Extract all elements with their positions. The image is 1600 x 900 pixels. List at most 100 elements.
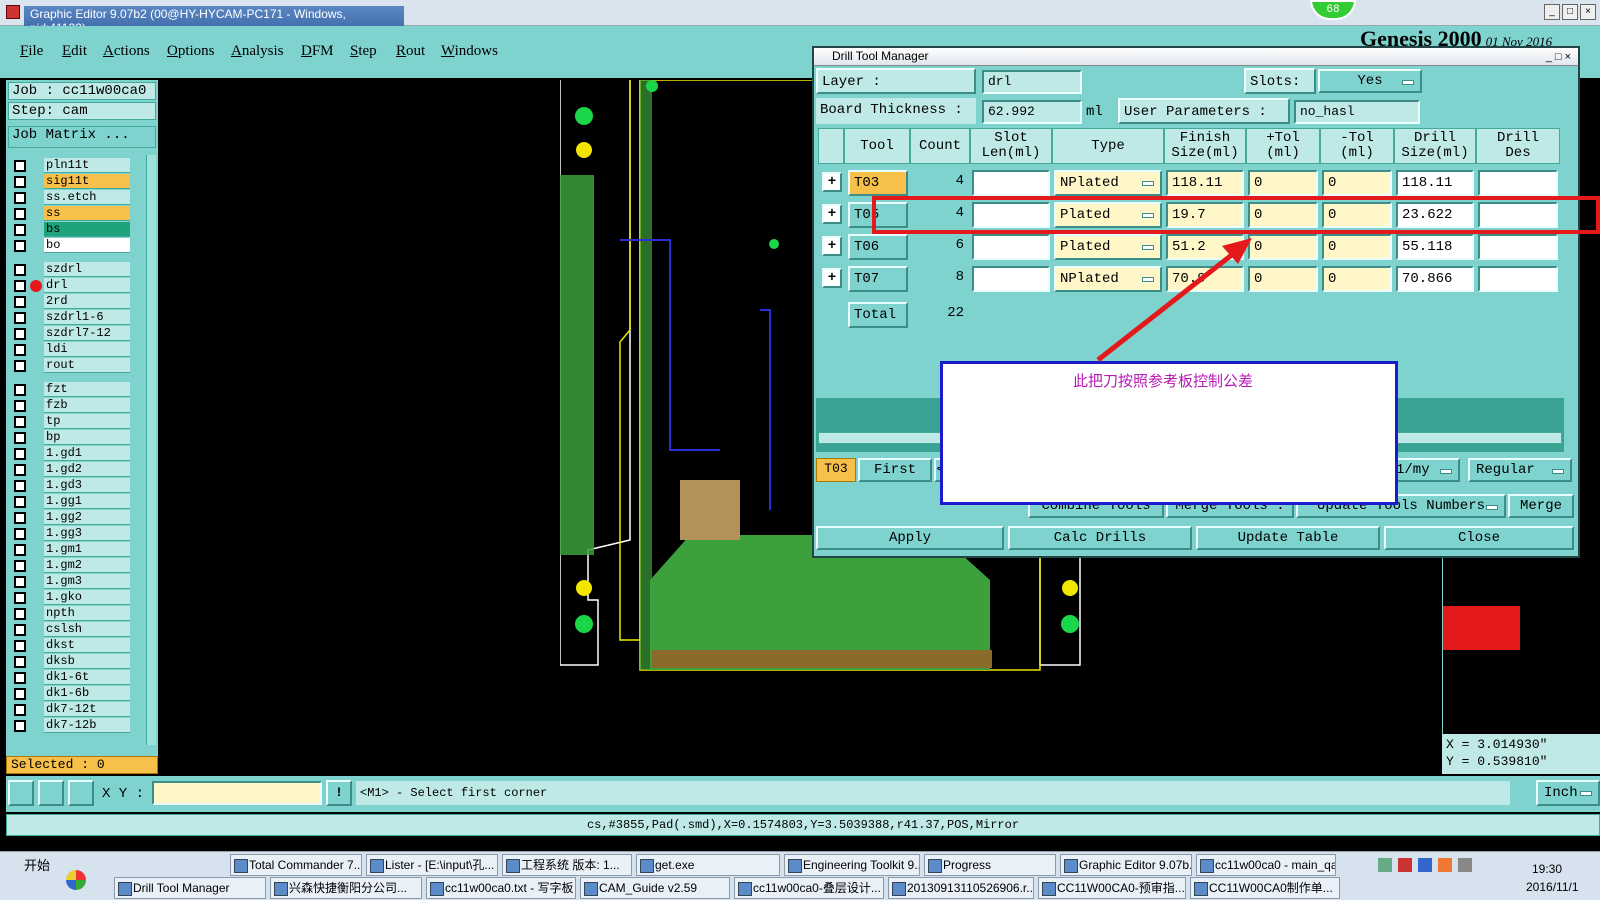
taskbar-button[interactable]: 工程系统 版本: 1... — [502, 854, 632, 876]
layer-field[interactable]: drl — [982, 70, 1082, 94]
layer-name[interactable]: 1.gm1 — [44, 542, 130, 557]
taskbar-button[interactable]: Engineering Toolkit 9... — [784, 854, 920, 876]
maximize-button[interactable]: □ — [1562, 4, 1578, 20]
taskbar-button[interactable]: CC11W00CA0-预审指... — [1038, 877, 1186, 899]
windows-logo-icon[interactable] — [66, 870, 86, 890]
layer-name[interactable]: 1.gm3 — [44, 574, 130, 589]
cell-drill[interactable]: 118.11 — [1396, 170, 1474, 196]
cell-des[interactable] — [1478, 170, 1558, 196]
tray-network-icon[interactable] — [1378, 858, 1392, 872]
merge-button[interactable]: Merge — [1508, 494, 1574, 518]
layer-row[interactable]: bs — [12, 222, 132, 238]
layer-checkbox[interactable] — [14, 480, 26, 492]
layer-checkbox[interactable] — [14, 688, 26, 700]
menu-dfm[interactable]: DFM — [301, 43, 334, 60]
tray-tools-icon[interactable] — [1398, 858, 1412, 872]
minimize-button[interactable]: _ — [1544, 4, 1560, 20]
layer-name[interactable]: dk7-12b — [44, 718, 130, 733]
cell-slot[interactable] — [972, 170, 1050, 196]
layer-checkbox[interactable] — [14, 416, 26, 428]
layer-row[interactable]: dk7-12b — [12, 718, 132, 734]
cell-des[interactable] — [1478, 266, 1558, 292]
layer-row[interactable]: 1.gm2 — [12, 558, 132, 574]
layer-row[interactable]: drl — [12, 278, 132, 294]
layer-checkbox[interactable] — [14, 464, 26, 476]
layer-checkbox[interactable] — [14, 240, 26, 252]
layer-name[interactable]: 2rd — [44, 294, 130, 309]
layer-checkbox[interactable] — [14, 640, 26, 652]
cell-mtol[interactable]: 0 — [1322, 170, 1392, 196]
layer-name[interactable]: 1.gd3 — [44, 478, 130, 493]
layer-row[interactable]: npth — [12, 606, 132, 622]
menu-options[interactable]: Options — [167, 43, 215, 60]
layer-row[interactable]: szdrl — [12, 262, 132, 278]
layer-row[interactable]: fzt — [12, 382, 132, 398]
cell-ptol[interactable]: 0 — [1248, 234, 1318, 260]
current-tool-field[interactable]: T03 — [816, 458, 856, 482]
layer-name[interactable]: szdrl7-12 — [44, 326, 130, 341]
layer-row[interactable]: szdrl7-12 — [12, 326, 132, 342]
layer-row[interactable]: rout — [12, 358, 132, 374]
dialog-window-controls[interactable]: _□× — [1546, 49, 1574, 66]
taskbar-button[interactable]: Total Commander 7.... — [230, 854, 362, 876]
layer-checkbox[interactable] — [14, 656, 26, 668]
layer-name[interactable]: bs — [44, 222, 130, 237]
start-button[interactable]: 开始 — [4, 856, 74, 878]
layer-name[interactable]: szdrl — [44, 262, 130, 277]
layer-name[interactable]: cslsh — [44, 622, 130, 637]
tray-update-icon[interactable] — [1438, 858, 1452, 872]
layer-checkbox[interactable] — [14, 400, 26, 412]
layer-row[interactable]: 1.gm1 — [12, 542, 132, 558]
layer-checkbox[interactable] — [14, 224, 26, 236]
layer-name[interactable]: bp — [44, 430, 130, 445]
layer-checkbox[interactable] — [14, 360, 26, 372]
cell-tool[interactable]: T03 — [848, 170, 908, 196]
layer-checkbox[interactable] — [14, 512, 26, 524]
layer-row[interactable]: 1.gg2 — [12, 510, 132, 526]
cell-finish[interactable]: 118.11 — [1166, 170, 1244, 196]
taskbar-button[interactable]: Graphic Editor 9.07b... — [1060, 854, 1192, 876]
layer-checkbox[interactable] — [14, 528, 26, 540]
layer-name[interactable]: 1.gg3 — [44, 526, 130, 541]
first-button[interactable]: First — [858, 458, 932, 482]
layer-checkbox[interactable] — [14, 560, 26, 572]
alert-icon[interactable]: ! — [326, 780, 352, 806]
layer-name[interactable]: dkst — [44, 638, 130, 653]
layer-name[interactable]: pln11t — [44, 158, 130, 173]
layer-row[interactable]: sig11t — [12, 174, 132, 190]
taskbar-button[interactable]: Drill Tool Manager — [114, 877, 266, 899]
close-dialog-button[interactable]: Close — [1384, 526, 1574, 550]
row-expand-icon[interactable]: + — [822, 268, 842, 288]
layer-row[interactable]: ss.etch — [12, 190, 132, 206]
user-parameters-field[interactable]: no_hasl — [1294, 100, 1420, 124]
layer-row[interactable]: szdrl1-6 — [12, 310, 132, 326]
layer-checkbox[interactable] — [14, 296, 26, 308]
layer-checkbox[interactable] — [14, 160, 26, 172]
measure-icon[interactable] — [38, 780, 64, 806]
cell-drill[interactable]: 70.866 — [1396, 266, 1474, 292]
board-thickness-field[interactable]: 62.992 — [982, 100, 1082, 124]
menu-analysis[interactable]: Analysis — [231, 43, 284, 60]
cell-drill[interactable]: 55.118 — [1396, 234, 1474, 260]
taskbar-button[interactable]: get.exe — [636, 854, 780, 876]
layer-checkbox[interactable] — [14, 384, 26, 396]
menu-edit[interactable]: Edit — [62, 43, 87, 60]
cell-type[interactable]: NPlated — [1054, 170, 1162, 196]
mode-dropdown[interactable]: 1/my — [1388, 458, 1460, 482]
taskbar-button[interactable]: cc11w00ca0 - main_qa — [1196, 854, 1336, 876]
layer-row[interactable]: 1.gg1 — [12, 494, 132, 510]
close-button[interactable]: × — [1580, 4, 1596, 20]
cell-ptol[interactable]: 0 — [1248, 170, 1318, 196]
layer-row[interactable]: ss — [12, 206, 132, 222]
layer-checkbox[interactable] — [14, 544, 26, 556]
layer-name[interactable]: ldi — [44, 342, 130, 357]
taskbar-button[interactable]: Progress — [924, 854, 1056, 876]
layer-checkbox[interactable] — [14, 264, 26, 276]
layer-checkbox[interactable] — [14, 448, 26, 460]
layer-row[interactable]: bp — [12, 430, 132, 446]
grid-icon[interactable] — [68, 780, 94, 806]
layer-name[interactable]: dk1-6b — [44, 686, 130, 701]
taskbar-button[interactable]: cc11w00ca0.txt - 写字板 — [426, 877, 576, 899]
layer-checkbox[interactable] — [14, 328, 26, 340]
clock-time[interactable]: 19:30 — [1532, 862, 1562, 876]
